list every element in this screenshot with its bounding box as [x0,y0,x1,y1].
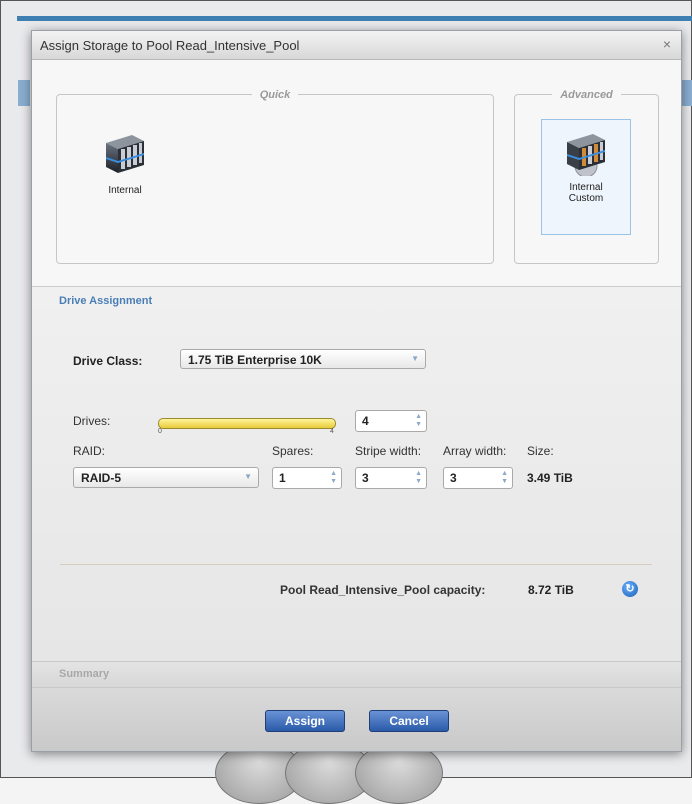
spin-down-icon[interactable]: ▼ [415,478,422,485]
drive-assignment-heading: Drive Assignment [59,295,153,307]
quick-legend: Quick [251,89,299,101]
server-gear-icon [563,130,609,178]
stripe-width-stepper[interactable]: 3 ▲ ▼ [355,467,427,489]
drive-class-value: 1.75 TiB Enterprise 10K [188,353,322,367]
spin-down-icon[interactable]: ▼ [501,478,508,485]
divider [60,564,652,565]
pool-capacity-label: Pool Read_Intensive_Pool capacity: [280,583,486,597]
drive-class-label: Drive Class: [73,354,143,368]
stripe-width-label: Stripe width: [355,444,422,458]
raid-label: RAID: [73,444,106,458]
dialog-title: Assign Storage to Pool Read_Intensive_Po… [40,38,300,53]
dialog-footer: Assign Cancel [32,688,681,751]
spin-up-icon[interactable]: ▲ [415,413,422,420]
background-band-left [18,80,30,106]
drive-class-select[interactable]: 1.75 TiB Enterprise 10K ▼ [180,349,426,369]
quick-group: Quick Internal [56,89,494,264]
refresh-icon[interactable]: ↻ [622,581,638,597]
spin-down-icon[interactable]: ▼ [415,421,422,428]
summary-label: Summary [59,668,110,680]
assign-button[interactable]: Assign [265,710,345,732]
spin-up-icon[interactable]: ▲ [501,470,508,477]
drives-label: Drives: [73,414,111,428]
drive-assignment-panel: Drive Assignment Drive Class: 1.75 TiB E… [32,287,681,661]
advanced-group: Advanced Internal Custom [514,89,659,264]
advanced-legend: Advanced [552,89,621,101]
array-width-label: Array width: [443,444,507,458]
spin-down-icon[interactable]: ▼ [330,478,337,485]
dialog-titlebar[interactable]: Assign Storage to Pool Read_Intensive_Po… [32,31,681,60]
assign-storage-dialog: Assign Storage to Pool Read_Intensive_Po… [31,30,682,752]
spares-stepper[interactable]: 1 ▲ ▼ [272,467,342,489]
spares-label: Spares: [272,444,314,458]
array-width-stepper[interactable]: 3 ▲ ▼ [443,467,513,489]
spares-value: 1 [279,471,286,485]
size-label: Size: [527,444,554,458]
tile-internal-custom[interactable]: Internal Custom [541,119,631,235]
stripe-width-value: 3 [362,471,369,485]
spin-up-icon[interactable]: ▲ [330,470,337,477]
close-icon[interactable]: × [663,36,671,52]
drives-slider-min: 0 [158,428,162,435]
background-header-strip [17,16,692,21]
array-width-value: 3 [450,471,457,485]
drives-stepper[interactable]: 4 ▲ ▼ [355,410,427,432]
drives-value: 4 [362,414,369,428]
tile-custom-label-line1: Internal [569,182,603,193]
pool-capacity-value: 8.72 TiB [528,583,574,597]
spin-up-icon[interactable]: ▲ [415,470,422,477]
tile-custom-label-line2: Custom [568,193,604,204]
raid-value: RAID-5 [81,471,122,485]
raid-select[interactable]: RAID-5 ▼ [73,467,259,488]
chevron-down-icon: ▼ [411,354,419,363]
drives-slider-max: 4 [330,428,334,435]
tile-internal[interactable]: Internal [81,131,169,215]
tile-internal-label: Internal [108,185,142,196]
storage-type-section: Quick Internal Advanced Internal Custom [32,60,681,287]
chevron-down-icon: ▼ [244,472,252,481]
summary-section-header[interactable]: Summary [32,661,681,688]
server-icon [102,131,148,177]
cancel-button[interactable]: Cancel [369,710,449,732]
size-value: 3.49 TiB [527,471,573,485]
drives-slider[interactable] [158,418,336,429]
